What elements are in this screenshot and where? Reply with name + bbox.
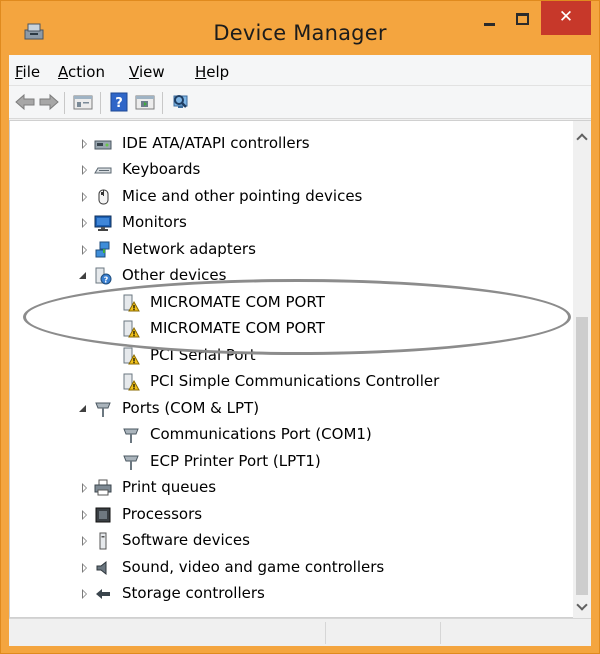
- svg-text:?: ?: [115, 96, 123, 111]
- tree-node-ports-com-lpt[interactable]: Ports (COM & LPT): [10, 396, 574, 422]
- unknown-device-icon: ?: [95, 267, 112, 285]
- status-bar: [9, 618, 591, 646]
- scan-hardware-icon[interactable]: [169, 90, 193, 114]
- software-device-icon: [99, 532, 107, 550]
- tree-node-monitors[interactable]: Monitors: [10, 210, 574, 236]
- menu-file[interactable]: File: [15, 63, 40, 81]
- highlight-ellipse-annotation: [23, 279, 571, 355]
- scroll-down-arrow-icon[interactable]: [573, 599, 591, 617]
- title-bar[interactable]: Device Manager ✕: [1, 1, 599, 55]
- toolbar: ?: [9, 86, 591, 119]
- expand-arrow-icon[interactable]: [80, 139, 90, 149]
- tree-node-ide-ata-atapi-controllers[interactable]: IDE ATA/ATAPI controllers: [10, 131, 574, 157]
- tree-node-print-queues[interactable]: Print queues: [10, 475, 574, 501]
- menu-action[interactable]: Action: [58, 63, 105, 81]
- menu-help[interactable]: Help: [195, 63, 229, 81]
- toolbar-separator: [64, 92, 65, 114]
- expand-arrow-icon[interactable]: [80, 165, 90, 175]
- ide-controller-icon: [94, 140, 112, 150]
- tree-node-ecp-printer-port-lpt1[interactable]: ECP Printer Port (LPT1): [10, 449, 574, 475]
- expand-arrow-icon[interactable]: [80, 536, 90, 546]
- tree-node-storage-controllers[interactable]: Storage controllers: [10, 581, 574, 607]
- menu-bar: File Action View Help: [9, 55, 591, 86]
- monitor-icon: [94, 215, 112, 231]
- tree-node-mice[interactable]: Mice and other pointing devices: [10, 184, 574, 210]
- speaker-icon: [96, 560, 107, 576]
- tree-node-software-devices[interactable]: Software devices: [10, 528, 574, 554]
- close-button[interactable]: ✕: [541, 1, 591, 35]
- network-adapter-icon: [95, 241, 110, 258]
- tree-node-processors[interactable]: Processors: [10, 502, 574, 528]
- storage-controller-icon: [96, 589, 110, 599]
- warning-device-icon: [123, 373, 140, 391]
- close-icon: ✕: [558, 7, 574, 27]
- status-cell: [325, 622, 440, 644]
- keyboard-icon: [94, 167, 112, 174]
- scroll-up-arrow-icon[interactable]: [573, 129, 591, 147]
- collapse-arrow-icon[interactable]: [78, 271, 88, 281]
- device-tree[interactable]: IDE ATA/ATAPI controllers Keyboards Mice…: [9, 120, 574, 618]
- properties-icon[interactable]: [71, 90, 95, 114]
- expand-arrow-icon[interactable]: [80, 218, 90, 228]
- warning-device-icon: [123, 347, 140, 365]
- expand-arrow-icon[interactable]: [80, 589, 90, 599]
- toolbar-separator: [100, 92, 101, 114]
- update-driver-icon[interactable]: [133, 90, 157, 114]
- scrollbar-thumb[interactable]: [576, 317, 588, 595]
- expand-arrow-icon[interactable]: [80, 563, 90, 573]
- port-icon: [123, 455, 139, 470]
- svg-text:?: ?: [104, 276, 109, 285]
- tree-node-sound-video-game-controllers[interactable]: Sound, video and game controllers: [10, 555, 574, 581]
- collapse-arrow-icon[interactable]: [78, 404, 88, 414]
- toolbar-separator: [162, 92, 163, 114]
- maximize-button[interactable]: [503, 1, 539, 35]
- expand-arrow-icon[interactable]: [80, 245, 90, 255]
- expand-arrow-icon[interactable]: [80, 483, 90, 493]
- processor-icon: [95, 507, 111, 523]
- help-icon[interactable]: ?: [107, 90, 131, 114]
- vertical-scrollbar[interactable]: [573, 120, 591, 620]
- tree-node-network-adapters[interactable]: Network adapters: [10, 237, 574, 263]
- device-manager-window: Device Manager ✕ File Action View Help ?…: [0, 0, 600, 654]
- tree-node-keyboards[interactable]: Keyboards: [10, 157, 574, 183]
- status-cell: [440, 622, 557, 644]
- expand-arrow-icon[interactable]: [80, 192, 90, 202]
- port-icon: [95, 402, 111, 417]
- expand-arrow-icon[interactable]: [80, 510, 90, 520]
- tree-node-communications-port-com1[interactable]: Communications Port (COM1): [10, 422, 574, 448]
- back-arrow-icon[interactable]: [13, 90, 37, 114]
- mouse-icon: [98, 189, 109, 205]
- forward-arrow-icon[interactable]: [37, 90, 61, 114]
- tree-node-pci-simple-communications-controller[interactable]: PCI Simple Communications Controller: [10, 369, 574, 395]
- printer-icon: [94, 479, 112, 496]
- menu-view[interactable]: View: [129, 63, 165, 81]
- port-icon: [123, 428, 139, 443]
